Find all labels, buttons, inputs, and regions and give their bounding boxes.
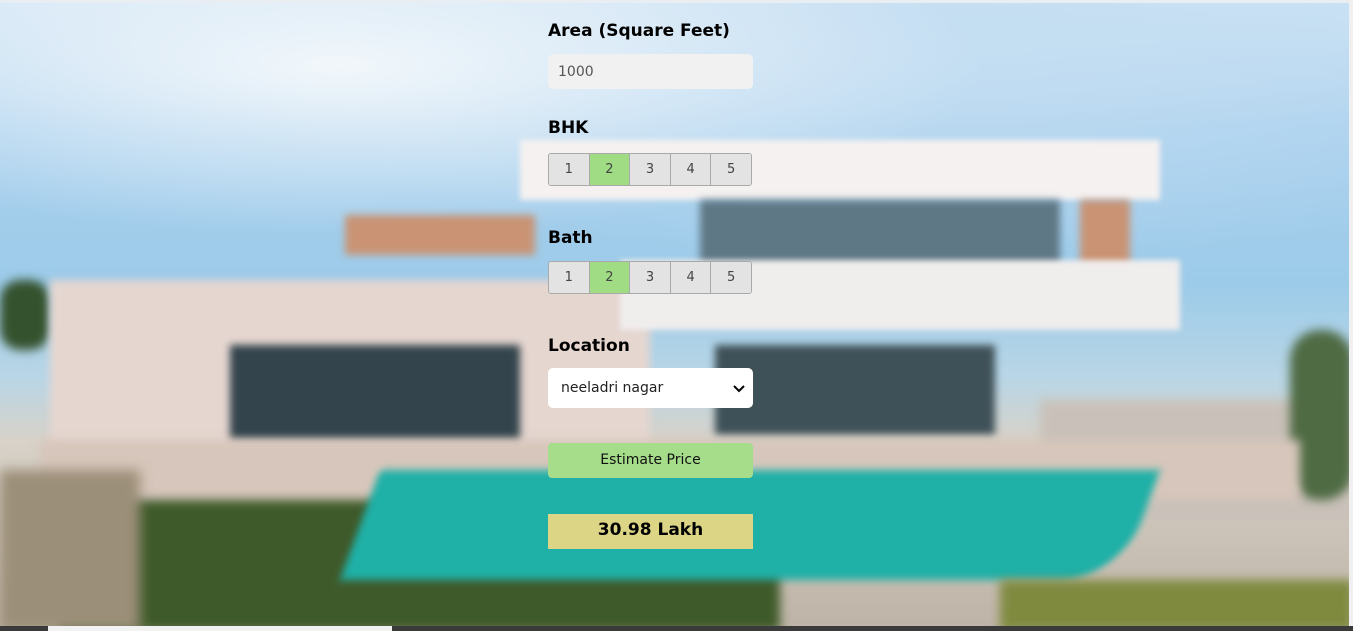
location-value: neeladri nagar [561,380,664,396]
bhk-label: BHK [548,118,589,138]
area-label: Area (Square Feet) [548,21,730,41]
price-form: Area (Square Feet) BHK 1 2 3 4 5 Bath 1 … [548,18,753,549]
bhk-selector: 1 2 3 4 5 [548,153,752,186]
bath-option-5[interactable]: 5 [711,262,751,293]
estimate-price-button[interactable]: Estimate Price [548,443,753,478]
top-border [0,0,1353,3]
bhk-option-4[interactable]: 4 [670,154,712,185]
right-edge [1349,0,1353,626]
bath-option-1[interactable]: 1 [549,262,590,293]
location-label: Location [548,336,630,356]
bath-selector: 1 2 3 4 5 [548,261,752,294]
scrollbar-thumb[interactable] [48,626,392,631]
area-input[interactable] [548,54,753,89]
bhk-option-5[interactable]: 5 [711,154,751,185]
bath-label: Bath [548,228,593,248]
location-select[interactable]: neeladri nagar [548,368,753,408]
bhk-option-2[interactable]: 2 [589,154,631,185]
bhk-option-1[interactable]: 1 [549,154,590,185]
chevron-down-icon [733,368,745,408]
bhk-option-3[interactable]: 3 [630,154,671,185]
estimated-price-result: 30.98 Lakh [548,514,753,549]
bath-option-2[interactable]: 2 [589,262,631,293]
horizontal-scrollbar[interactable] [0,626,1353,631]
bath-option-4[interactable]: 4 [670,262,712,293]
bath-option-3[interactable]: 3 [630,262,671,293]
